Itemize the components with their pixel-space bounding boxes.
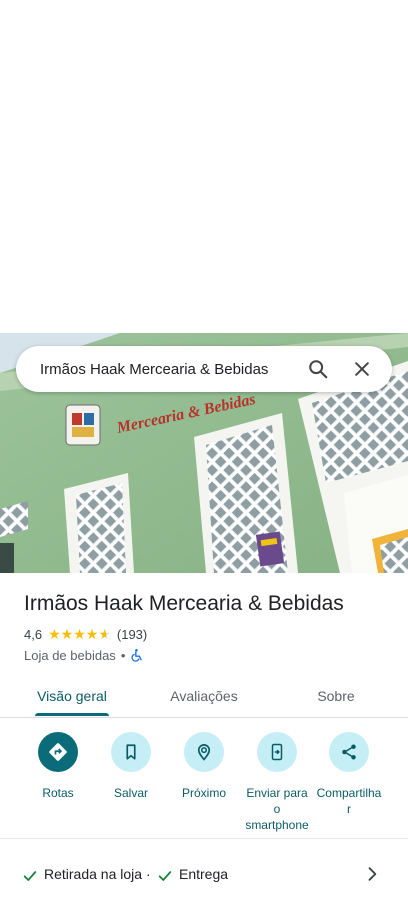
rating-value: 4,6 — [24, 626, 43, 642]
share-icon — [342, 744, 356, 760]
directions-icon-circle — [38, 732, 78, 772]
share-button[interactable]: Compartilha r — [307, 728, 391, 817]
bookmark-icon — [126, 744, 136, 760]
map-area-blank — [0, 0, 408, 333]
star-half-icon: ★ — [98, 626, 111, 642]
save-button[interactable]: Salvar — [89, 728, 173, 801]
place-title: Irmãos Haak Mercearia & Bebidas — [24, 592, 344, 615]
nearby-label: Próximo — [181, 786, 226, 800]
category-row: Loja de bebidas • — [24, 647, 144, 663]
star-icon: ★ — [60, 626, 74, 642]
rating-stars: ★ ★ ★ ★ ★ — [48, 627, 111, 641]
send-to-phone-icon-circle — [257, 732, 297, 772]
delivery-option: Entrega — [179, 866, 229, 882]
section-divider — [0, 838, 408, 839]
nearby-button[interactable]: Próximo — [162, 728, 246, 801]
separator: • — [120, 647, 126, 663]
directions-icon — [49, 743, 67, 761]
send-to-phone-label: Enviar para o smartphone — [245, 786, 309, 832]
service-options-row[interactable]: Retirada na loja · Entrega — [0, 856, 408, 896]
save-label: Salvar — [113, 786, 148, 800]
wheelchair-accessible-icon — [131, 649, 143, 662]
save-icon-circle — [111, 732, 151, 772]
star-icon: ★ — [73, 626, 86, 642]
search-bar[interactable]: Irmãos Haak Mercearia & Bebidas — [16, 346, 392, 392]
directions-button[interactable]: Rotas — [16, 728, 100, 801]
pickup-option: Retirada na loja · — [44, 866, 151, 882]
search-icon — [309, 360, 328, 379]
rating-row[interactable]: 4,6 ★ ★ ★ ★ ★ (193) — [24, 626, 147, 642]
search-input[interactable]: Irmãos Haak Mercearia & Bebidas — [40, 361, 292, 378]
tab-bar: Visão geral Avaliações Sobre — [0, 676, 408, 718]
review-count[interactable]: (193) — [117, 627, 147, 642]
star-icon: ★ — [85, 626, 99, 642]
tab-overview[interactable]: Visão geral — [22, 676, 122, 716]
share-label: Compartilha r — [316, 786, 382, 816]
tab-about[interactable]: Sobre — [296, 676, 376, 716]
check-icon — [158, 871, 172, 881]
clear-search-button[interactable] — [344, 351, 380, 387]
active-tab-indicator — [35, 713, 109, 716]
close-icon — [355, 362, 369, 376]
check-icon — [23, 871, 37, 881]
nearby-icon-circle — [184, 732, 224, 772]
share-icon-circle — [329, 732, 369, 772]
tab-reviews[interactable]: Avaliações — [152, 676, 256, 716]
directions-label: Rotas — [42, 786, 74, 800]
place-category: Loja de bebidas — [24, 647, 116, 663]
chevron-right-icon[interactable] — [362, 864, 382, 884]
nearby-pin-icon — [197, 744, 211, 761]
search-button[interactable] — [300, 351, 336, 387]
star-icon: ★ — [48, 626, 61, 642]
action-buttons: Rotas Salvar Próximo Enviar para o smart… — [0, 728, 408, 833]
send-to-phone-icon — [271, 743, 283, 761]
